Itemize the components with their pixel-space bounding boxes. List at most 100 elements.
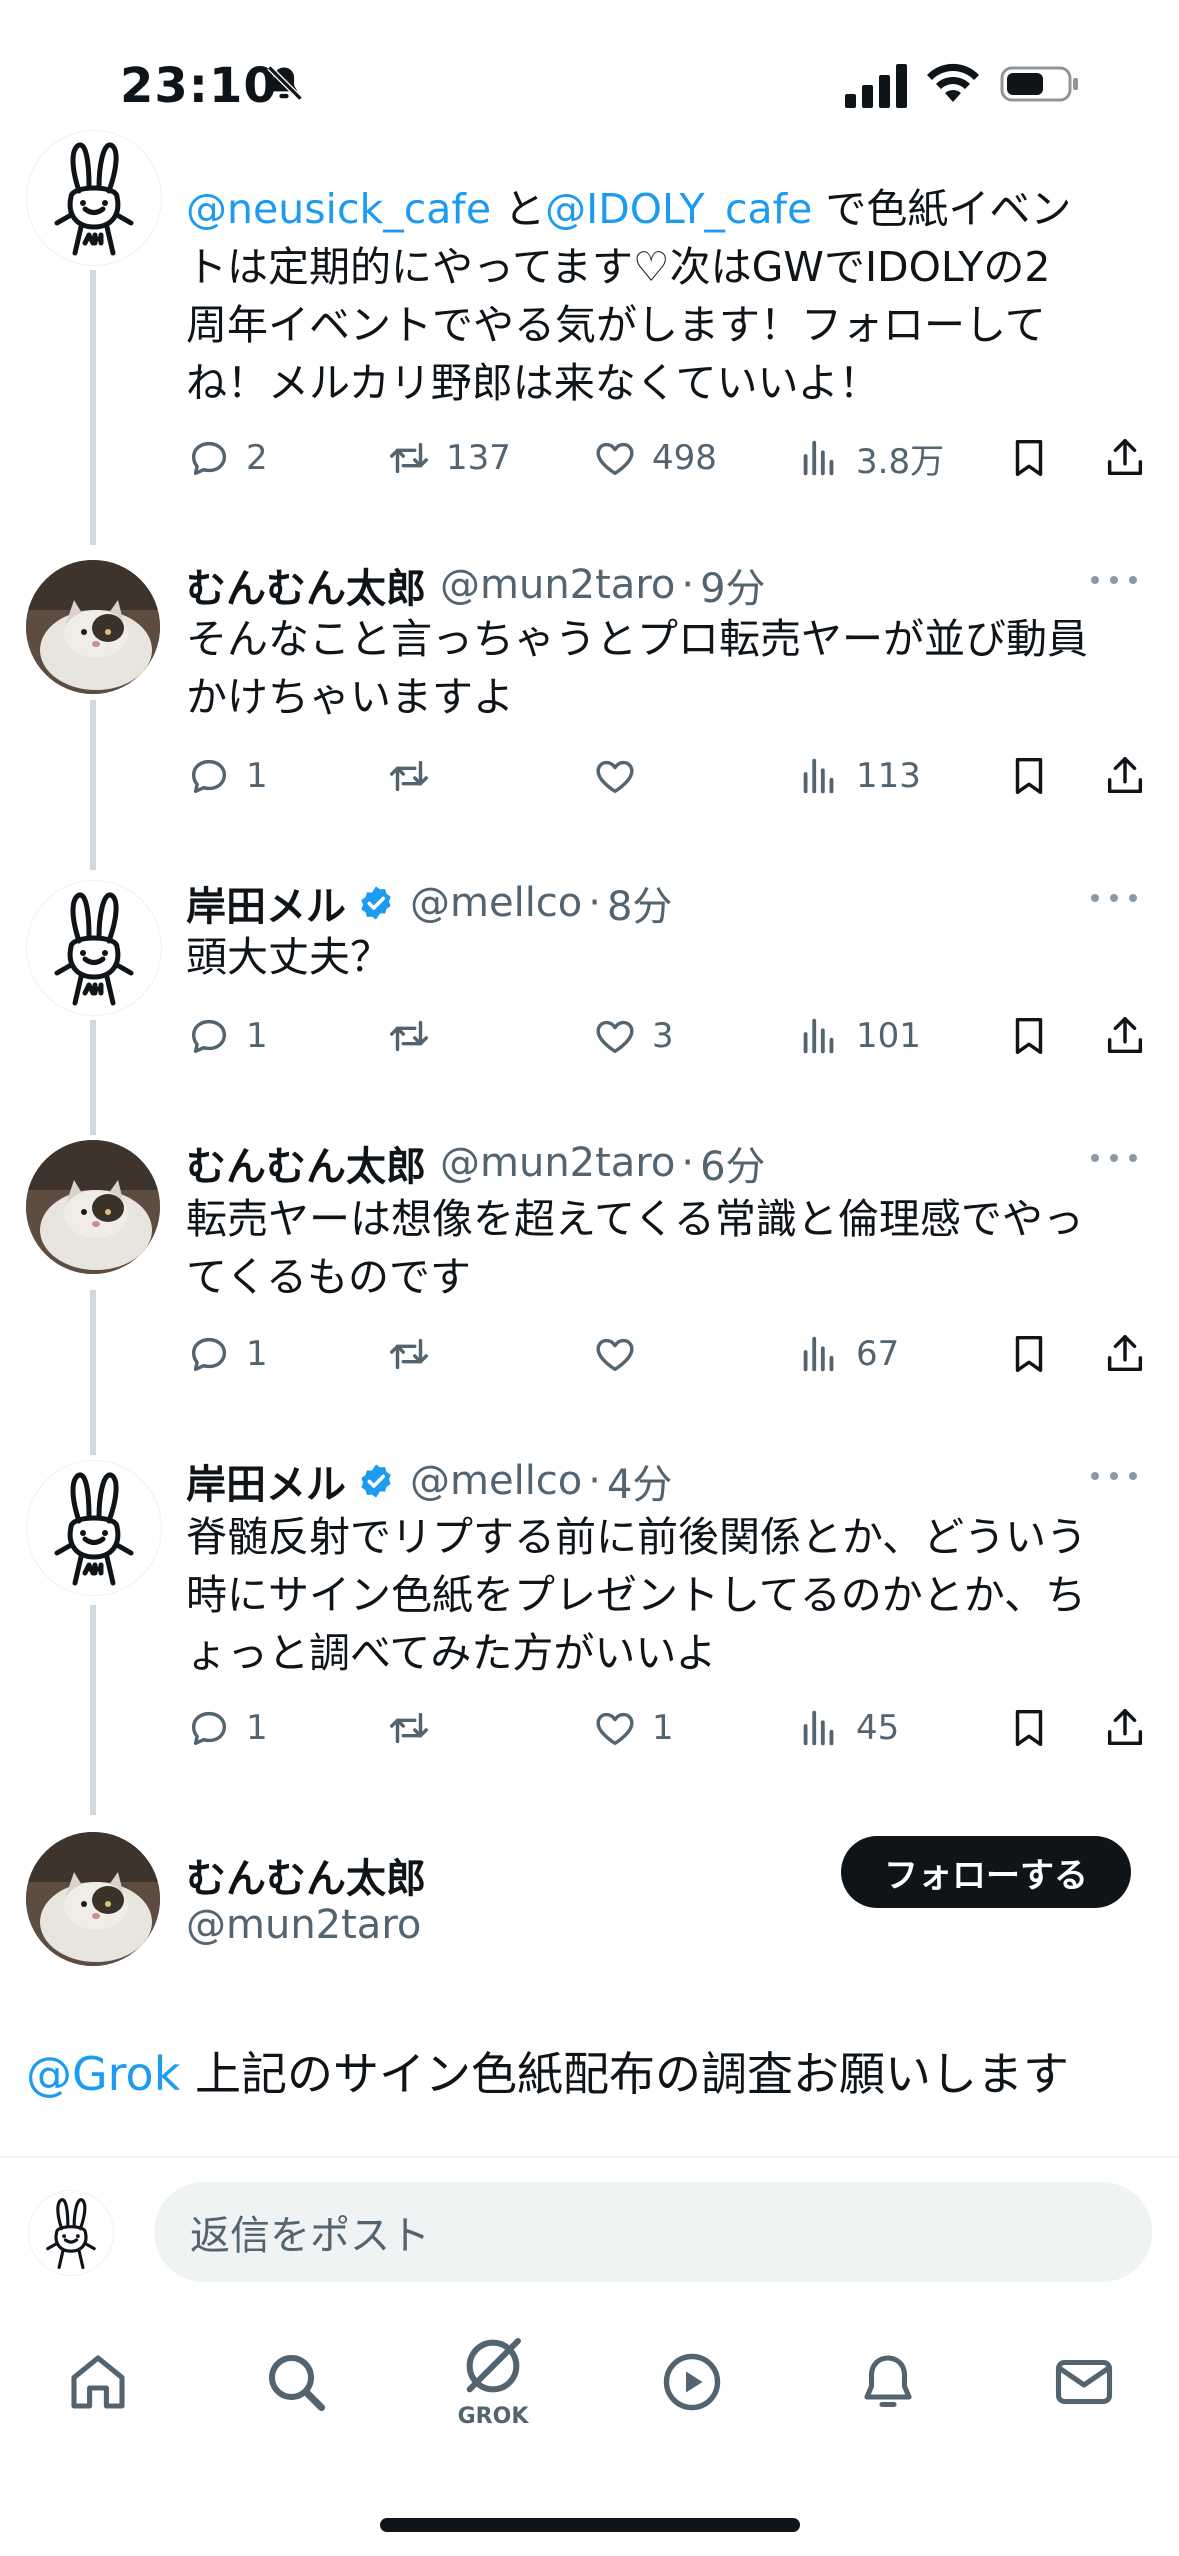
author-name[interactable]: むんむん太郎 bbox=[186, 556, 426, 614]
like-button[interactable]: 3 bbox=[592, 1006, 674, 1066]
tweet-text: @neusick_cafe と@IDOLY_cafe で色紙イベン トは定期的に… bbox=[186, 180, 1146, 412]
author-name[interactable]: むんむん太郎 bbox=[186, 1134, 426, 1192]
share-button[interactable] bbox=[1102, 746, 1148, 806]
retweet-button[interactable]: 137 bbox=[386, 428, 511, 488]
reply-icon bbox=[191, 441, 227, 476]
thread-line bbox=[90, 1605, 96, 1815]
author-handle[interactable]: @mellco bbox=[410, 1458, 582, 1504]
views-button[interactable]: 3.8万 bbox=[796, 428, 944, 488]
analytics-icon bbox=[803, 1336, 834, 1372]
bookmark-button[interactable] bbox=[1006, 428, 1052, 488]
like-count: 498 bbox=[652, 438, 717, 478]
bookmark-button[interactable] bbox=[1006, 1698, 1052, 1758]
reply-button[interactable]: 2 bbox=[186, 428, 268, 488]
retweet-button[interactable] bbox=[386, 746, 432, 806]
tweet-text-line: 時にサイン色紙をプレゼントしてるのかとか、ち bbox=[186, 1571, 1086, 1619]
tab-video[interactable] bbox=[656, 2346, 728, 2422]
mention-link[interactable]: @Grok bbox=[26, 2047, 180, 2101]
views-button[interactable]: 67 bbox=[796, 1324, 899, 1384]
share-button[interactable] bbox=[1102, 428, 1148, 488]
cat-photo-avatar bbox=[26, 1140, 160, 1274]
views-count: 113 bbox=[856, 756, 921, 796]
thread-line bbox=[90, 1020, 96, 1135]
main-tweet-text-segment: 上記のサイン色紙配布の調査お願いします bbox=[180, 2047, 1069, 2101]
tab-notifications[interactable] bbox=[852, 2346, 924, 2422]
more-options-icon[interactable] bbox=[1089, 892, 1139, 904]
analytics-icon bbox=[803, 758, 834, 794]
bunny-avatar-icon bbox=[54, 892, 134, 1006]
mention-link[interactable]: @IDOLY_cafe bbox=[545, 185, 812, 233]
tweet-time[interactable]: 9分 bbox=[700, 556, 765, 614]
bunny-avatar-icon bbox=[46, 2198, 96, 2270]
bunny-avatar-icon bbox=[54, 1472, 134, 1586]
tweet-time[interactable]: 8分 bbox=[607, 874, 672, 932]
share-icon bbox=[1107, 1709, 1143, 1746]
mention-link[interactable]: @neusick_cafe bbox=[186, 185, 491, 233]
my-avatar bbox=[28, 2190, 114, 2276]
views-count: 45 bbox=[856, 1708, 900, 1748]
tweet-time[interactable]: 4分 bbox=[607, 1452, 672, 1510]
like-count: 1 bbox=[652, 1708, 674, 1748]
home-icon bbox=[71, 2355, 125, 2409]
views-button[interactable]: 101 bbox=[796, 1006, 921, 1066]
views-button[interactable]: 113 bbox=[796, 746, 921, 806]
share-icon bbox=[1107, 439, 1143, 476]
author-handle[interactable]: @mun2taro bbox=[440, 562, 675, 608]
avatar[interactable] bbox=[26, 880, 162, 1016]
home-indicator bbox=[380, 2518, 800, 2532]
retweet-count: 137 bbox=[446, 438, 511, 478]
avatar[interactable] bbox=[26, 1460, 162, 1596]
bookmark-button[interactable] bbox=[1006, 1324, 1052, 1384]
like-button[interactable]: 1 bbox=[592, 1698, 674, 1758]
tweet-text-line: てくるものです bbox=[186, 1253, 471, 1301]
tweet-time[interactable]: 6分 bbox=[700, 1134, 765, 1192]
bookmark-button[interactable] bbox=[1006, 746, 1052, 806]
cat-photo-avatar bbox=[26, 1832, 160, 1966]
author-handle[interactable]: @mellco bbox=[410, 880, 582, 926]
share-button[interactable] bbox=[1102, 1324, 1148, 1384]
avatar[interactable] bbox=[26, 560, 160, 694]
author-handle[interactable]: @mun2taro bbox=[440, 1140, 675, 1186]
tweet-header: 岸田メル @mellco · 4分 bbox=[186, 1452, 672, 1510]
bookmark-icon bbox=[1015, 757, 1043, 795]
retweet-button[interactable] bbox=[386, 1324, 432, 1384]
main-author-name[interactable]: むんむん太郎 bbox=[186, 1846, 426, 1904]
tweet-text-segment: で色紙イベン bbox=[812, 185, 1072, 233]
like-button[interactable]: 498 bbox=[592, 428, 717, 488]
reply-button[interactable]: 1 bbox=[186, 746, 268, 806]
thread-line bbox=[90, 270, 96, 545]
more-options-icon[interactable] bbox=[1089, 574, 1139, 586]
thread-line bbox=[90, 700, 96, 870]
reply-button[interactable]: 1 bbox=[186, 1698, 268, 1758]
author-name[interactable]: 岸田メル bbox=[186, 1452, 346, 1510]
more-options-icon[interactable] bbox=[1089, 1152, 1139, 1164]
like-button[interactable] bbox=[592, 1324, 638, 1384]
more-options-icon[interactable] bbox=[1089, 1470, 1139, 1482]
reply-button[interactable]: 1 bbox=[186, 1324, 268, 1384]
status-time: 23:10 bbox=[120, 58, 278, 114]
retweet-icon bbox=[390, 442, 428, 474]
follow-button[interactable]: フォローする bbox=[841, 1836, 1131, 1908]
share-button[interactable] bbox=[1102, 1698, 1148, 1758]
tab-messages[interactable] bbox=[1048, 2346, 1120, 2422]
reply-count: 1 bbox=[246, 756, 268, 796]
tweet-text-line: 周年イベントでやる気がします！フォローして bbox=[186, 301, 1046, 349]
tweet-text-line: ね！メルカリ野郎は来なくていいよ！ bbox=[186, 359, 880, 407]
avatar[interactable] bbox=[26, 1832, 160, 1966]
tab-grok[interactable]: GROK bbox=[448, 2326, 538, 2436]
avatar[interactable] bbox=[26, 130, 162, 266]
tab-search[interactable] bbox=[260, 2346, 332, 2422]
bookmark-button[interactable] bbox=[1006, 1006, 1052, 1066]
tweet-actions: 1 67 bbox=[186, 1324, 1159, 1384]
avatar[interactable] bbox=[26, 1140, 160, 1274]
main-author-handle[interactable]: @mun2taro bbox=[186, 1902, 421, 1948]
retweet-button[interactable] bbox=[386, 1006, 432, 1066]
like-button[interactable] bbox=[592, 746, 638, 806]
views-button[interactable]: 45 bbox=[796, 1698, 899, 1758]
share-button[interactable] bbox=[1102, 1006, 1148, 1066]
reply-button[interactable]: 1 bbox=[186, 1006, 268, 1066]
reply-input[interactable]: 返信をポスト bbox=[154, 2182, 1152, 2282]
retweet-button[interactable] bbox=[386, 1698, 432, 1758]
tab-home[interactable] bbox=[62, 2346, 134, 2422]
author-name[interactable]: 岸田メル bbox=[186, 874, 346, 932]
